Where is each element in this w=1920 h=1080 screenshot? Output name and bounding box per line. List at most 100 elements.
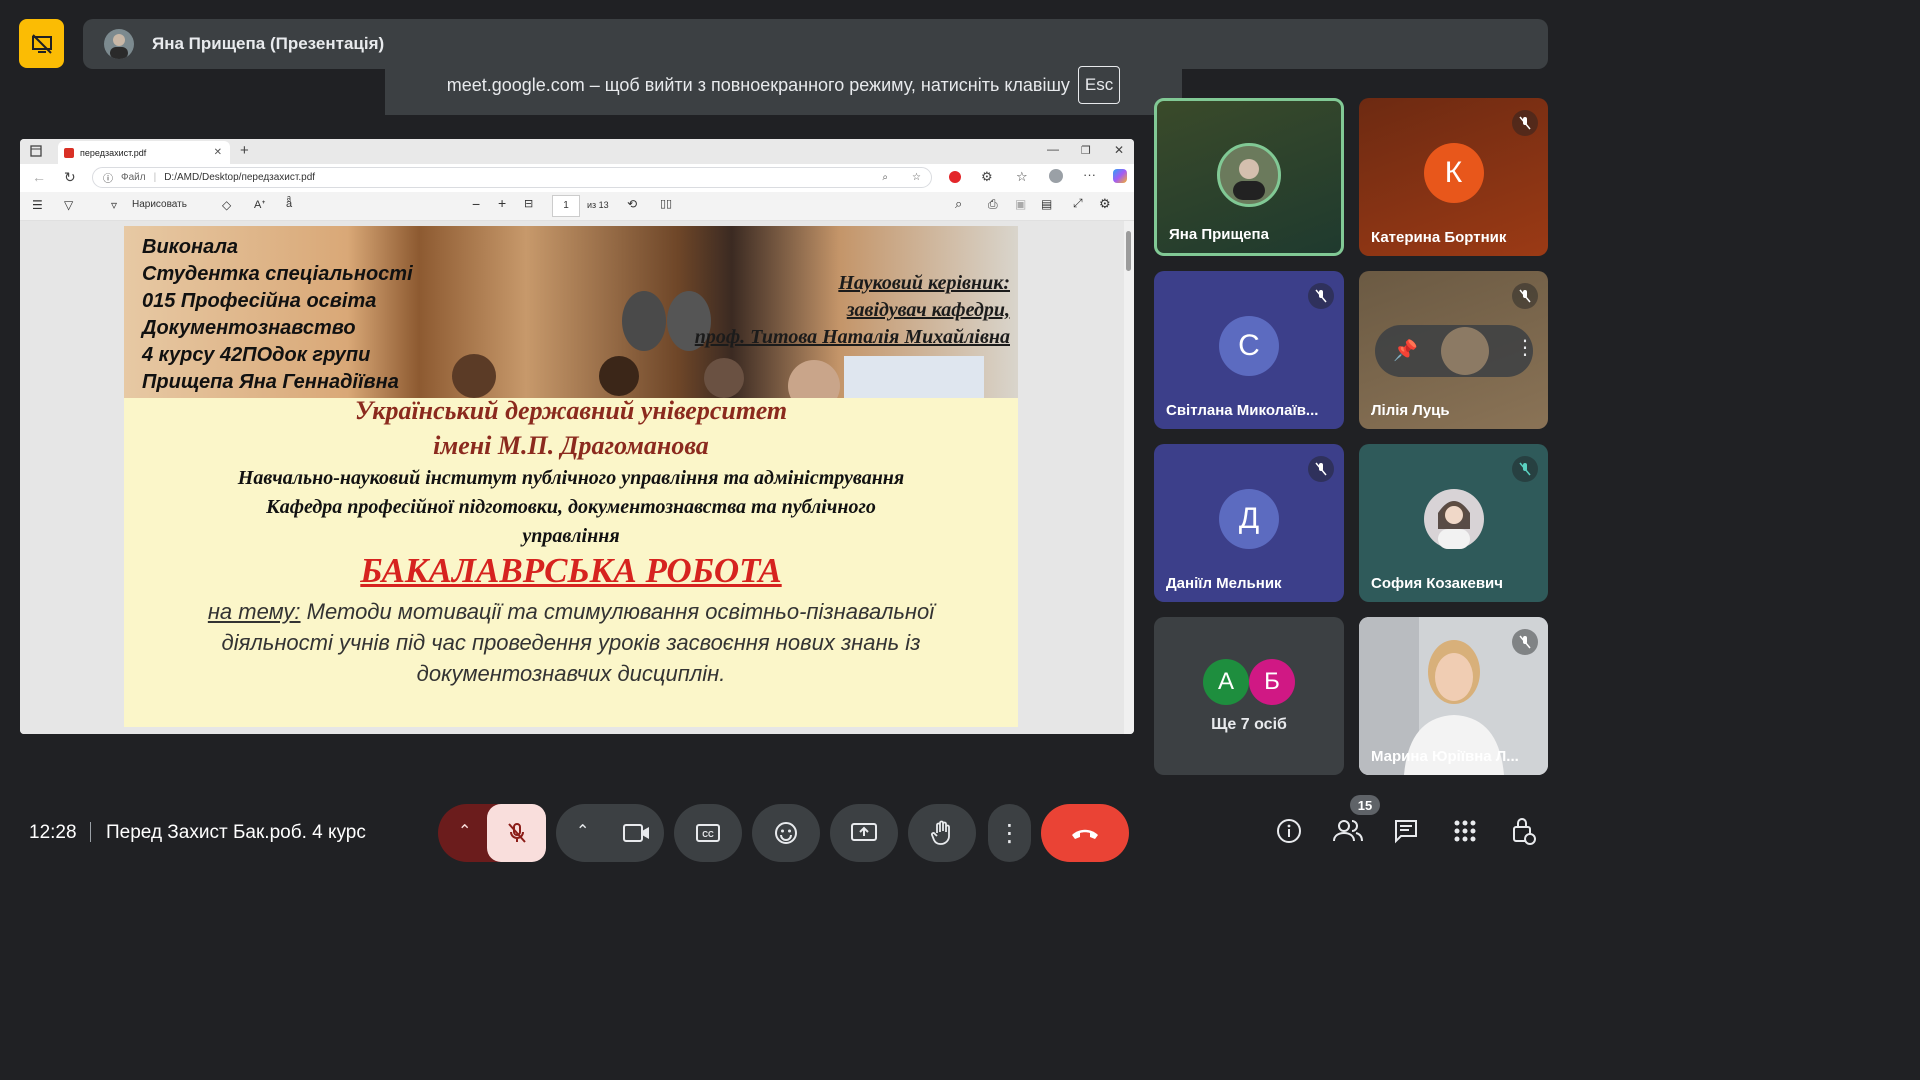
minimize-icon[interactable]: —: [1047, 142, 1059, 156]
meeting-title: Перед Захист Бак.роб. 4 курс: [106, 822, 366, 843]
presenter-name: Яна Прищепа (Презентація): [152, 34, 385, 53]
clock: 12:28: [29, 822, 77, 843]
apps-grid-icon: [1454, 820, 1476, 842]
translate-icon[interactable]: aͣ: [286, 198, 292, 210]
audio-settings-chevron-icon[interactable]: ⌃: [458, 821, 471, 841]
university-name: Український державний університет: [354, 396, 788, 425]
participant-tile[interactable]: Марина Юріївна Л...: [1359, 617, 1548, 775]
department-name-line2: управління: [522, 525, 620, 547]
participant-name: Яна Прищепа: [1169, 226, 1269, 243]
fullscreen-icon[interactable]: ⤢: [1073, 196, 1083, 211]
draw-button[interactable]: Нарисовать: [132, 199, 187, 210]
fit-page-icon[interactable]: ⊟: [524, 197, 533, 210]
address-bar[interactable]: ⓘ Файл | D:/AMD/Desktop/передзахист.pdf …: [92, 167, 932, 188]
opera-icon[interactable]: [949, 171, 961, 183]
browser-tabbar: передзахист.pdf ✕ + — ❐ ✕: [20, 139, 1134, 164]
camera-icon: [623, 824, 649, 842]
institute-name: Навчально-науковий інститут публічного у…: [237, 467, 905, 489]
page-number-input[interactable]: 1: [552, 195, 580, 217]
present-screen-button[interactable]: [830, 804, 898, 862]
page-view-icon[interactable]: ▯▯: [660, 197, 672, 210]
more-participants-tile[interactable]: А Б Ще 7 осіб: [1154, 617, 1344, 775]
extensions-icon[interactable]: ⚙: [981, 169, 993, 185]
activities-button[interactable]: [1448, 814, 1482, 848]
fullscreen-notice-text: meet.google.com – щоб вийти з повноекран…: [446, 74, 1070, 95]
video-settings-chevron-icon[interactable]: ⌃: [576, 821, 589, 841]
favorites-icon[interactable]: ☆: [1016, 169, 1028, 185]
university-name-line2: імені М.П. Драгоманова: [433, 431, 709, 460]
host-controls-button[interactable]: [1507, 814, 1541, 848]
browser-tab[interactable]: передзахист.pdf ✕: [58, 141, 230, 164]
people-count-badge: 15: [1350, 795, 1380, 815]
captions-button[interactable]: CC: [674, 804, 742, 862]
performer-info: Виконала Студентка спеціальності 015 Про…: [142, 234, 413, 396]
supervisor-line: завідувач кафедри,: [846, 299, 1010, 321]
rotate-icon[interactable]: ⟲: [627, 197, 637, 211]
microphone-button[interactable]: [487, 804, 546, 862]
url-scheme-label: Файл: [121, 172, 146, 183]
zoom-icon[interactable]: ⌕: [882, 172, 888, 183]
save-icon[interactable]: ▣: [1015, 197, 1026, 211]
reactions-button[interactable]: [752, 804, 820, 862]
participant-tile[interactable]: 📌 ⋮ Лілія Луць: [1359, 271, 1548, 429]
emoji-icon: [775, 822, 797, 844]
more-icon[interactable]: ···: [1083, 167, 1096, 182]
more-vert-icon: ⋮: [997, 819, 1022, 847]
address-bar-row: ← ↻ ⓘ Файл | D:/AMD/Desktop/передзахист.…: [20, 164, 1134, 192]
close-window-icon[interactable]: ✕: [1114, 143, 1124, 157]
new-tab-icon[interactable]: +: [240, 142, 249, 159]
zoom-out-icon[interactable]: −: [472, 196, 480, 212]
save-as-icon[interactable]: ▤: [1041, 197, 1052, 211]
profile-icon[interactable]: [1049, 169, 1063, 183]
tab-actions-icon[interactable]: [30, 145, 42, 157]
read-aloud-icon[interactable]: Aᐩ: [254, 198, 266, 211]
eraser-icon[interactable]: ◇: [222, 198, 231, 212]
settings-icon[interactable]: ⚙: [1099, 196, 1111, 212]
pdf-viewport[interactable]: Виконала Студентка спеціальності 015 Про…: [20, 221, 1124, 734]
supervisor-info: Науковий керівник: завідувач кафедри, пр…: [695, 270, 1010, 351]
participant-tile[interactable]: Яна Прищепа: [1154, 98, 1344, 256]
reload-icon[interactable]: ↻: [64, 169, 76, 186]
avatar: [1423, 489, 1484, 549]
participant-name: Катерина Бортник: [1371, 229, 1507, 246]
participant-tile[interactable]: С Світлана Миколаїв...: [1154, 271, 1344, 429]
avatar: Б: [1249, 659, 1295, 705]
avatar: С: [1219, 316, 1279, 376]
participant-name: Даніїл Мельник: [1166, 575, 1282, 592]
chat-button[interactable]: [1389, 814, 1423, 848]
close-tab-icon[interactable]: ✕: [214, 147, 222, 158]
contents-icon[interactable]: ☰: [32, 198, 43, 212]
esc-key: Esc: [1077, 66, 1121, 104]
participant-tile[interactable]: К Катерина Бортник: [1359, 98, 1548, 256]
people-button[interactable]: [1331, 814, 1365, 848]
topic-line: діяльності учнів під час проведення урок…: [221, 630, 921, 655]
pdf-scrollbar[interactable]: [1124, 221, 1134, 734]
favorite-icon[interactable]: ☆: [912, 172, 921, 183]
highlight-icon[interactable]: ▽: [64, 198, 73, 212]
back-icon[interactable]: ←: [32, 169, 46, 185]
meeting-details-button[interactable]: [1272, 814, 1306, 848]
pdf-icon: [64, 147, 74, 158]
pin-icon[interactable]: 📌: [1393, 338, 1418, 363]
more-options-button[interactable]: ⋮: [988, 804, 1031, 862]
raise-hand-button[interactable]: [908, 804, 976, 862]
zoom-in-icon[interactable]: +: [498, 195, 506, 211]
host-lock-icon: [1513, 818, 1536, 845]
topic-label: на тему:: [207, 599, 301, 624]
draw-icon[interactable]: ▿: [111, 198, 117, 212]
camera-button[interactable]: [610, 804, 664, 862]
scrollbar-thumb[interactable]: [1126, 231, 1131, 271]
leave-call-button[interactable]: [1041, 804, 1129, 862]
participant-tile[interactable]: Д Даніїл Мельник: [1154, 444, 1344, 602]
print-icon[interactable]: ⎙: [988, 197, 998, 212]
more-options-icon[interactable]: ⋮: [1515, 335, 1535, 360]
end-call-icon: [1072, 829, 1098, 839]
stop-presenting-button[interactable]: [19, 19, 64, 68]
camera-control-group: ⌃: [556, 804, 664, 862]
fullscreen-notice: meet.google.com – щоб вийти з повноекран…: [385, 55, 1182, 115]
search-icon[interactable]: ⌕: [955, 196, 962, 212]
restore-icon[interactable]: ❐: [1081, 144, 1091, 157]
participant-tile[interactable]: София Козакевич: [1359, 444, 1548, 602]
copilot-icon[interactable]: [1113, 169, 1127, 183]
pdf-page: Виконала Студентка спеціальності 015 Про…: [124, 226, 1018, 727]
